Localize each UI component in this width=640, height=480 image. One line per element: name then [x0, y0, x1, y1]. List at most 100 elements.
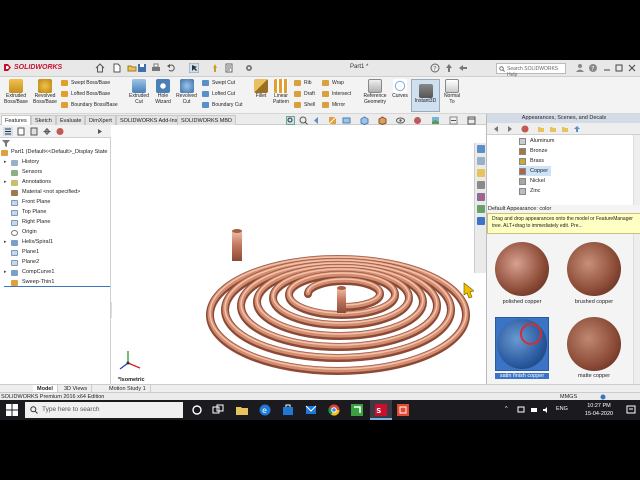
chrome-icon[interactable] — [327, 403, 341, 417]
linear-pattern-button[interactable]: Linear Pattern — [270, 79, 292, 105]
recorder-icon[interactable] — [396, 403, 410, 417]
file-explorer-icon[interactable] — [235, 403, 249, 417]
section-view-icon[interactable] — [328, 116, 337, 125]
swept-boss-button[interactable]: Swept Boss/Base — [61, 79, 110, 87]
boundary-cut-button[interactable]: Boundary Cut — [202, 101, 243, 109]
display-manager-tab-icon[interactable] — [55, 127, 65, 136]
user-icon[interactable] — [575, 63, 585, 73]
rebuild-icon[interactable] — [210, 63, 220, 73]
tree-item-sweep-thin[interactable]: Sweep-Thin1 — [4, 278, 110, 287]
fillet-button[interactable]: Fillet — [252, 79, 270, 100]
camtasia-icon[interactable] — [350, 403, 364, 417]
swept-cut-button[interactable]: Swept Cut — [202, 79, 235, 87]
help-search-input[interactable]: Search SOLIDWORKS Help — [496, 63, 566, 78]
edge-browser-icon[interactable]: e — [258, 403, 272, 417]
feature-tree-tab-icon[interactable] — [3, 127, 13, 136]
save-icon[interactable] — [137, 63, 147, 73]
language-indicator[interactable]: ENG — [556, 406, 568, 412]
shell-button[interactable]: Shell — [294, 101, 315, 109]
minimize-icon[interactable] — [602, 63, 612, 73]
solidworks-resources-tab-icon[interactable] — [477, 145, 485, 153]
print-icon[interactable] — [151, 63, 161, 73]
cortana-icon[interactable] — [190, 403, 204, 417]
lofted-cut-button[interactable]: Lofted Cut — [202, 90, 235, 98]
view-orientation-icon[interactable] — [360, 116, 369, 125]
brushed-copper-thumbnail[interactable] — [567, 242, 621, 296]
move-up-icon[interactable] — [573, 125, 581, 133]
notifications-icon[interactable] — [626, 405, 636, 415]
volume-icon[interactable] — [542, 406, 550, 414]
material-item-copper[interactable]: Copper — [519, 166, 552, 176]
polished-copper-thumbnail[interactable] — [495, 242, 549, 296]
select-arrow-icon[interactable] — [189, 63, 199, 73]
wrap-button[interactable]: Wrap — [322, 79, 344, 87]
material-item-brass[interactable]: Brass — [519, 156, 544, 166]
close-icon[interactable] — [627, 63, 637, 73]
tree-item-part-root[interactable]: Part1 (Default<<Default>_Display State — [1, 148, 111, 157]
file-properties-icon[interactable] — [224, 63, 234, 73]
mail-icon[interactable] — [304, 403, 318, 417]
dimxpert-manager-tab-icon[interactable] — [42, 127, 52, 136]
material-list-scrollbar[interactable] — [633, 135, 640, 205]
design-library-tab-icon[interactable] — [477, 157, 485, 165]
lofted-boss-button[interactable]: Lofted Boss/Base — [61, 90, 110, 98]
expand-arrow-icon[interactable]: ▸ — [4, 178, 7, 187]
reference-geometry-button[interactable]: Reference Geometry — [360, 79, 390, 105]
appearances-tab-icon[interactable] — [477, 193, 485, 201]
satin-finish-copper-thumbnail[interactable] — [495, 317, 549, 371]
curves-button[interactable]: Curves — [389, 79, 411, 100]
material-item-nickel[interactable]: Nickel — [519, 176, 545, 186]
hide-show-items-icon[interactable] — [396, 116, 405, 125]
tab-features[interactable]: Features — [1, 115, 31, 125]
extruded-cut-button[interactable]: Extruded Cut — [125, 79, 153, 105]
tab-dimxpert[interactable]: DimXpert — [85, 115, 116, 125]
tray-chevron-icon[interactable]: ^ — [505, 406, 508, 412]
matte-copper-thumbnail[interactable] — [567, 317, 621, 371]
appearance-ball-icon[interactable] — [521, 125, 529, 133]
home-icon[interactable] — [95, 63, 105, 73]
back-arrow-icon[interactable] — [493, 125, 501, 133]
tab-evaluate[interactable]: Evaluate — [56, 115, 86, 125]
new-document-icon[interactable] — [112, 63, 122, 73]
view-settings-icon[interactable] — [449, 116, 458, 125]
filter-icon[interactable] — [2, 140, 10, 147]
instant3d-button[interactable]: Instant3D — [411, 79, 440, 112]
rib-button[interactable]: Rib — [294, 79, 312, 87]
material-item-bronze[interactable]: Bronze — [519, 146, 547, 156]
undo-icon[interactable] — [166, 63, 176, 73]
restore-icon[interactable] — [614, 63, 624, 73]
folder-icon[interactable] — [561, 125, 569, 133]
network-icon[interactable] — [517, 406, 525, 414]
view-palette-tab-icon[interactable] — [477, 181, 485, 189]
folder-icon[interactable] — [549, 125, 557, 133]
taskbar-clock[interactable]: 10:27 PM 15-04-2020 — [578, 402, 620, 418]
options-gear-icon[interactable] — [244, 63, 254, 73]
material-item-zinc[interactable]: Zinc — [519, 186, 540, 196]
add-file-location-icon[interactable] — [537, 125, 545, 133]
zoom-area-icon[interactable] — [299, 116, 308, 125]
material-item-aluminum[interactable]: Aluminum — [519, 136, 554, 146]
store-icon[interactable] — [281, 403, 295, 417]
apply-scene-icon[interactable] — [431, 116, 440, 125]
draft-button[interactable]: Draft — [294, 90, 315, 98]
intersect-button[interactable]: Intersect — [322, 90, 351, 98]
custom-properties-tab-icon[interactable] — [477, 205, 485, 213]
expand-arrow-icon[interactable]: ▸ — [4, 158, 7, 167]
solidworks-logo[interactable]: SOLIDWORKS — [3, 62, 63, 74]
question-icon[interactable]: ? — [588, 63, 598, 73]
help-question-icon[interactable]: ? — [430, 63, 440, 73]
restore-viewport-icon[interactable] — [467, 116, 476, 125]
windows-start-icon[interactable] — [6, 404, 18, 416]
extruded-boss-button[interactable]: Extruded Boss/Base — [3, 79, 29, 105]
file-explorer-tab-icon[interactable] — [477, 169, 485, 177]
configuration-manager-tab-icon[interactable] — [29, 127, 39, 136]
taskbar-search-input[interactable]: Type here to search — [25, 402, 183, 418]
dynamic-annotation-icon[interactable] — [342, 116, 351, 125]
expand-panel-icon[interactable] — [95, 127, 105, 136]
thumbnail-scrollbar[interactable] — [633, 234, 640, 390]
tab-addins[interactable]: SOLIDWORKS Add-Ins — [116, 115, 182, 125]
battery-icon[interactable] — [530, 406, 538, 414]
property-manager-tab-icon[interactable] — [16, 127, 26, 136]
graphics-area[interactable]: *Isometric — [112, 125, 475, 390]
forward-arrow-icon[interactable] — [505, 125, 513, 133]
